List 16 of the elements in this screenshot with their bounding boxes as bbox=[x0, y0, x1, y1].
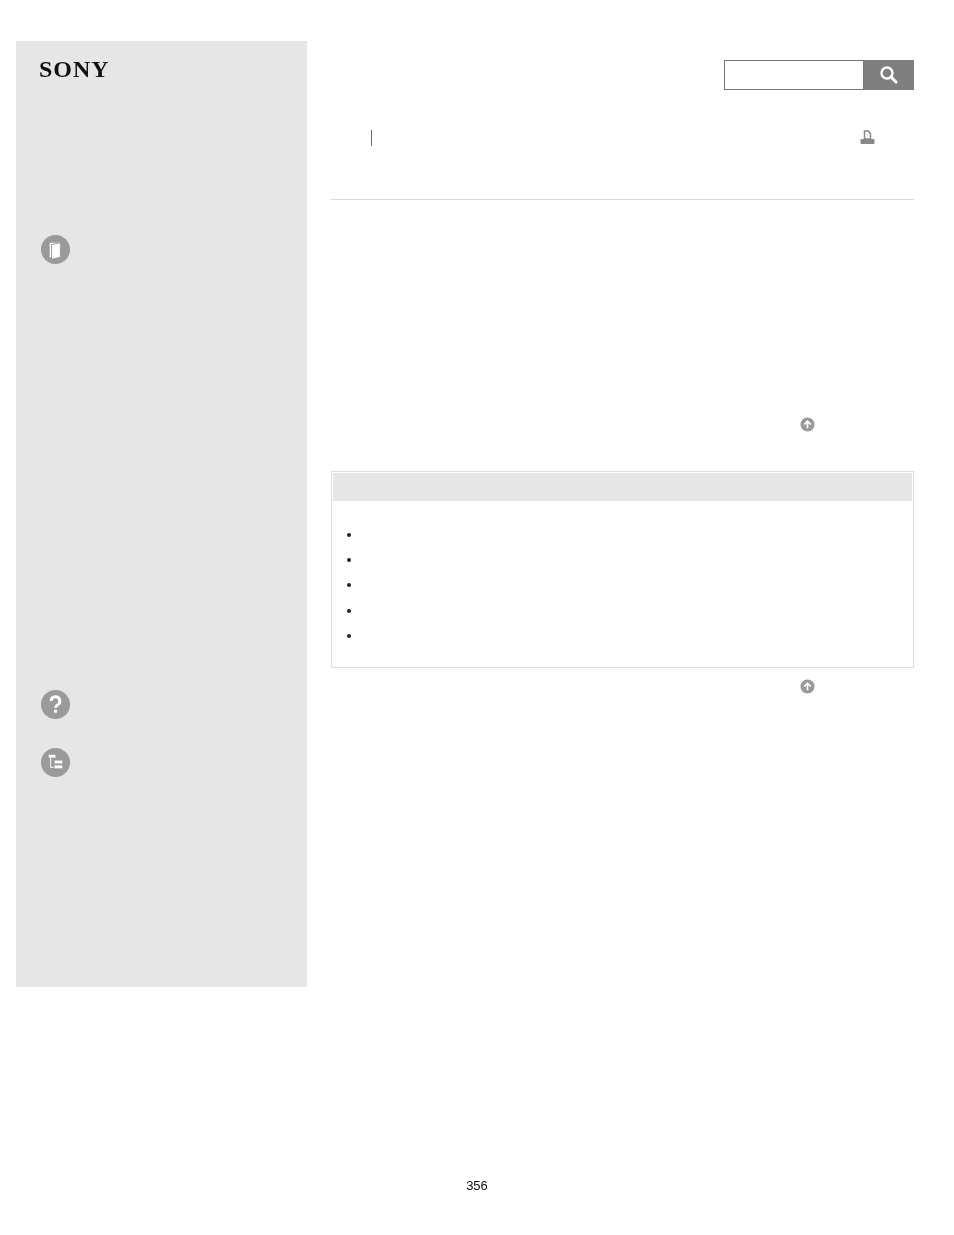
back-to-top-icon[interactable] bbox=[800, 679, 815, 694]
brand-logo[interactable]: SONY bbox=[39, 56, 110, 82]
print-icon[interactable] bbox=[859, 130, 876, 146]
sitemap-icon[interactable] bbox=[40, 747, 71, 778]
help-icon[interactable] bbox=[40, 689, 71, 720]
bullet-dot bbox=[347, 557, 351, 562]
search-field[interactable] bbox=[724, 60, 864, 90]
page-number: 356 bbox=[465, 1178, 489, 1193]
search-button[interactable] bbox=[864, 60, 914, 90]
bullet-dot bbox=[347, 532, 351, 537]
bullet-dot bbox=[347, 633, 351, 638]
search-icon bbox=[879, 65, 899, 85]
book-icon[interactable] bbox=[40, 234, 71, 265]
bullet-dot bbox=[347, 583, 351, 588]
bullet-dot bbox=[347, 608, 351, 613]
back-to-top-icon[interactable] bbox=[800, 417, 815, 432]
